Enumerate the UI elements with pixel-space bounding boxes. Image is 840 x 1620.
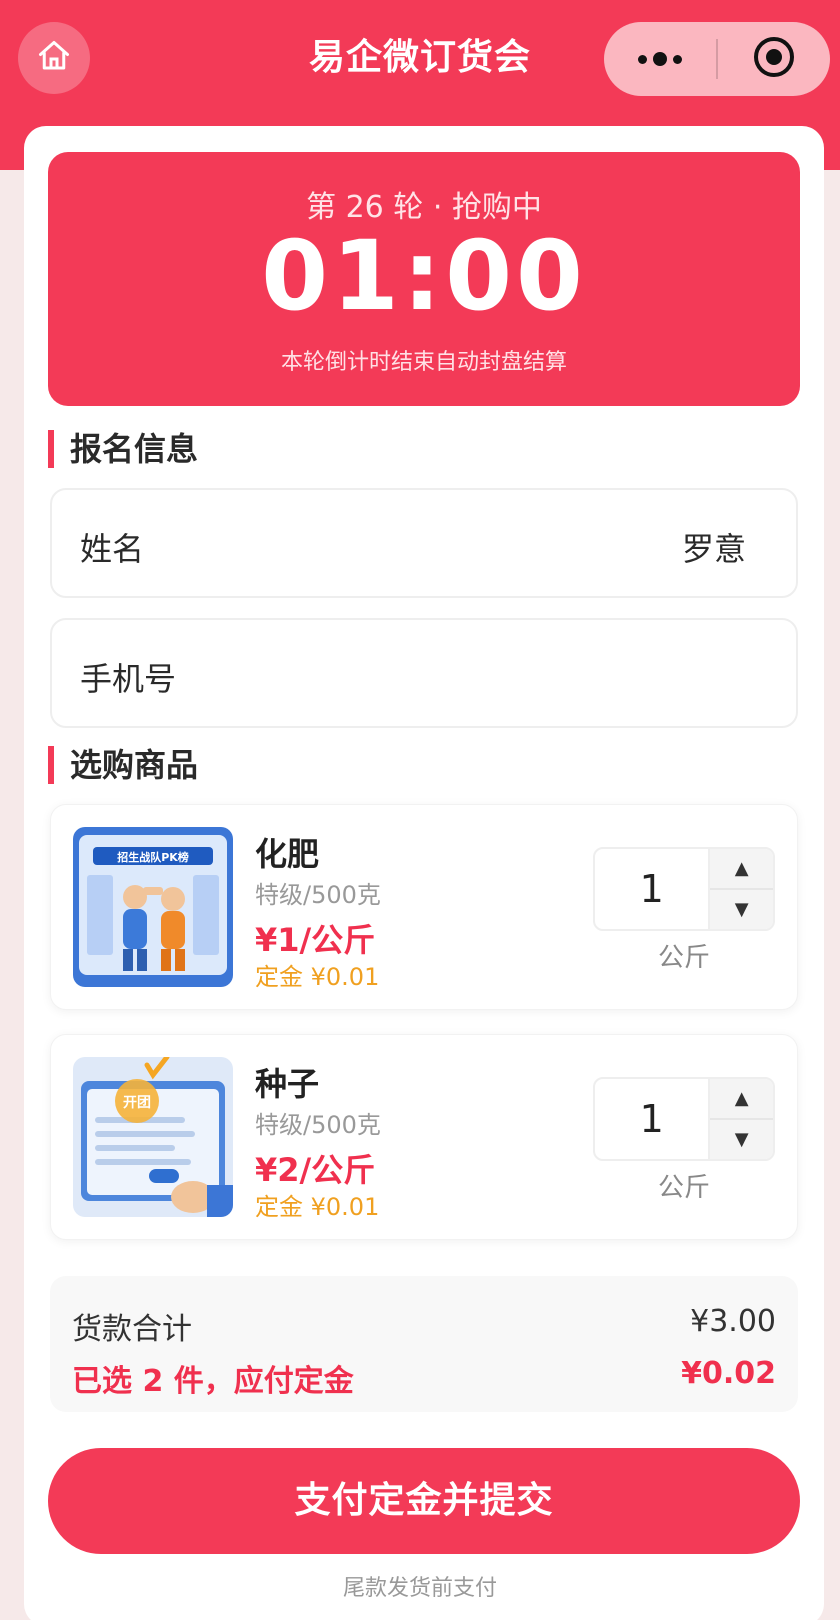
total-value: ¥3.00 (690, 1304, 776, 1339)
product-image: 开团 (73, 1057, 233, 1217)
more-button[interactable] (604, 22, 716, 96)
signup-section-title: 报名信息 (48, 430, 198, 468)
quantity-stepper: 1 ▲ ▼ (593, 847, 775, 931)
product-price: ¥2/公斤 (255, 1151, 376, 1189)
close-button[interactable] (718, 22, 830, 96)
total-label: 货款合计 (72, 1312, 192, 1347)
quantity-unit: 公斤 (657, 943, 710, 973)
product-name: 种子 (255, 1065, 320, 1103)
quantity-input[interactable]: 1 (595, 849, 708, 929)
product-price: ¥1/公斤 (255, 921, 376, 959)
product-name: 化肥 (255, 835, 320, 873)
product-spec: 特级/500克 (255, 881, 381, 909)
increment-arrow-icon[interactable]: ▲ (710, 1079, 773, 1120)
product-image: 招生战队PK榜 (73, 827, 233, 987)
mini-program-capsule (604, 22, 830, 96)
thumb-caption: 开团 (123, 1095, 151, 1111)
more-dots-icon (638, 52, 682, 66)
payment-hint: 尾款发货前支付 (342, 1576, 497, 1601)
phone-label: 手机号 (80, 660, 177, 698)
countdown-panel: 第 26 轮 · 抢购中 01:00 本轮倒计时结束自动封盘结算 (48, 152, 800, 406)
thumb-caption: 招生战队PK榜 (117, 850, 189, 864)
decrement-arrow-icon[interactable]: ▼ (710, 890, 773, 929)
phone-field[interactable]: 手机号 (50, 618, 798, 728)
countdown-clock: 01:00 (261, 220, 587, 332)
product-card: 招生战队PK榜 化肥 特级/500克 ¥1/公斤 定金 ¥0.01 1 ▲ ▼ … (50, 804, 798, 1010)
quantity-unit: 公斤 (657, 1173, 710, 1203)
target-circle-icon (752, 35, 796, 83)
name-field[interactable]: 姓名 罗意 (50, 488, 798, 598)
deposit-total: ¥0.02 (681, 1356, 776, 1391)
quantity-input[interactable]: 1 (595, 1079, 708, 1159)
pay-deposit-submit-button[interactable]: 支付定金并提交 (48, 1448, 800, 1554)
product-card: 开团 种子 特级/500克 ¥2/公斤 定金 ¥0.01 1 ▲ ▼ 公斤 (50, 1034, 798, 1240)
countdown-note: 本轮倒计时结束自动封盘结算 (280, 350, 567, 375)
name-label: 姓名 (80, 530, 145, 568)
products-section-title: 选购商品 (48, 746, 198, 784)
name-value: 罗意 (681, 530, 746, 568)
order-summary: 货款合计 ¥3.00 已选 2 件，应付定金 ¥0.02 (50, 1276, 798, 1412)
increment-arrow-icon[interactable]: ▲ (710, 849, 773, 890)
selected-count-label: 已选 2 件，应付定金 (72, 1364, 354, 1399)
quantity-stepper: 1 ▲ ▼ (593, 1077, 775, 1161)
product-deposit: 定金 ¥0.01 (255, 1193, 380, 1221)
product-deposit: 定金 ¥0.01 (255, 963, 380, 991)
decrement-arrow-icon[interactable]: ▼ (710, 1120, 773, 1159)
product-spec: 特级/500克 (255, 1111, 381, 1139)
